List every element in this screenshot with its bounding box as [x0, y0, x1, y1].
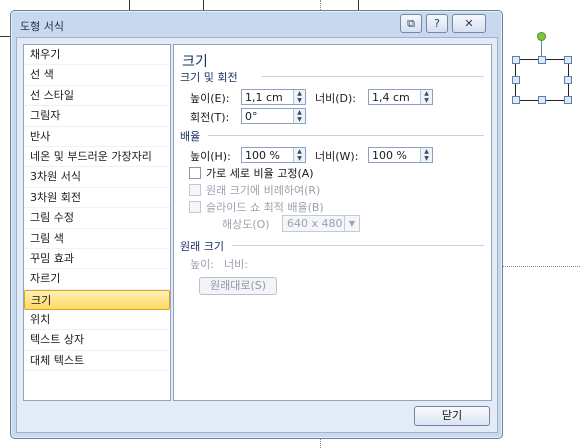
- down-arrow-icon[interactable]: ▼: [294, 97, 305, 104]
- up-arrow-icon[interactable]: ▲: [294, 109, 305, 116]
- down-arrow-icon[interactable]: ▼: [294, 116, 305, 123]
- up-arrow-icon[interactable]: ▲: [421, 148, 432, 155]
- width-spinner[interactable]: 1,4 cm ▲ ▼: [368, 89, 433, 105]
- original-height-label: 높이:: [190, 258, 214, 271]
- section-divider: [232, 245, 484, 246]
- resize-handle[interactable]: [538, 56, 546, 64]
- spinner-arrows[interactable]: ▲ ▼: [420, 148, 432, 162]
- rotation-spinner[interactable]: 0° ▲ ▼: [241, 108, 306, 124]
- lock-aspect-checkbox[interactable]: [189, 167, 201, 179]
- rotation-handle[interactable]: [537, 32, 546, 41]
- height-value: 1,1 cm: [245, 91, 283, 104]
- resize-handle[interactable]: [564, 76, 572, 84]
- category-item[interactable]: 그림 수정: [24, 208, 170, 229]
- category-item[interactable]: 위치: [24, 310, 170, 331]
- category-item[interactable]: 그림 색: [24, 229, 170, 249]
- original-size-heading: 원래 크기: [180, 240, 224, 253]
- width-value: 1,4 cm: [372, 91, 410, 104]
- original-width-label: 너비:: [224, 258, 248, 271]
- down-arrow-icon[interactable]: ▼: [421, 97, 432, 104]
- resize-handle[interactable]: [512, 56, 520, 64]
- scale-width-label: 너비(W):: [315, 150, 359, 163]
- title-bar[interactable]: 도형 서식 ⧉ ? ✕: [11, 11, 502, 37]
- slideshow-best-checkbox[interactable]: [189, 201, 201, 213]
- height-spinner[interactable]: 1,1 cm ▲ ▼: [241, 89, 306, 105]
- width-label: 너비(D):: [315, 92, 356, 105]
- category-item[interactable]: 3차원 서식: [24, 167, 170, 188]
- category-item[interactable]: 반사: [24, 127, 170, 147]
- help-button[interactable]: ?: [426, 14, 448, 33]
- panel-title: 크기: [182, 54, 208, 70]
- category-item[interactable]: 크기: [24, 289, 170, 311]
- category-item[interactable]: 네온 및 부드러운 가장자리: [24, 147, 170, 168]
- restore-button[interactable]: ⧉: [400, 14, 422, 33]
- section-divider: [208, 135, 484, 136]
- reset-button[interactable]: 원래대로(S): [199, 277, 277, 295]
- rotation-label: 회전(T):: [190, 111, 230, 124]
- spinner-arrows[interactable]: ▲ ▼: [293, 148, 305, 162]
- scale-height-spinner[interactable]: 100 % ▲ ▼: [241, 147, 306, 163]
- spinner-arrows[interactable]: ▲ ▼: [293, 109, 305, 123]
- size-rotate-heading: 크기 및 회전: [180, 71, 238, 84]
- slideshow-best-label: 슬라이드 쇼 최적 배율(B): [206, 201, 324, 214]
- up-arrow-icon[interactable]: ▲: [294, 90, 305, 97]
- close-window-button[interactable]: ✕: [452, 14, 486, 33]
- up-arrow-icon[interactable]: ▲: [421, 90, 432, 97]
- chevron-down-icon[interactable]: ▼: [344, 216, 359, 231]
- size-panel: 크기 크기 및 회전 높이(E): 1,1 cm ▲ ▼ 너비(D): 1,4 c…: [173, 44, 492, 401]
- format-shape-dialog: 도형 서식 ⧉ ? ✕ 채우기 선 색선 스타일 그림자 반사 네온 및 부드러운 가장…: [10, 10, 503, 439]
- category-item[interactable]: 3차원 회전: [24, 188, 170, 209]
- resize-handle[interactable]: [564, 96, 572, 104]
- resize-handle[interactable]: [538, 96, 546, 104]
- lock-aspect-label[interactable]: 가로 세로 비율 고정(A): [206, 165, 314, 181]
- relative-original-checkbox[interactable]: [189, 184, 201, 196]
- category-item[interactable]: 그림자: [24, 106, 170, 127]
- rotation-value: 0°: [245, 110, 258, 123]
- scale-height-value: 100 %: [245, 149, 280, 162]
- scale-height-label: 높이(H):: [190, 150, 231, 163]
- close-icon: ✕: [464, 17, 474, 30]
- category-item[interactable]: 꾸밈 효과: [24, 249, 170, 270]
- relative-original-label: 원래 크기에 비례하여(R): [206, 184, 321, 197]
- help-icon: ?: [434, 17, 440, 30]
- resize-handle[interactable]: [512, 76, 520, 84]
- category-item[interactable]: 대체 텍스트: [24, 351, 170, 372]
- connector-line: [0, 36, 10, 37]
- category-item[interactable]: 채우기: [24, 45, 170, 66]
- restore-icon: ⧉: [407, 16, 415, 30]
- down-arrow-icon[interactable]: ▼: [294, 155, 305, 162]
- category-item[interactable]: 텍스트 상자: [24, 330, 170, 351]
- spinner-arrows[interactable]: ▲ ▼: [293, 90, 305, 104]
- guide-line: [500, 266, 580, 267]
- dialog-body: 채우기 선 색선 스타일 그림자 반사 네온 및 부드러운 가장자리 3차원 서식 3차원 …: [16, 37, 498, 433]
- resize-handle[interactable]: [512, 96, 520, 104]
- category-item[interactable]: 선 색: [24, 65, 170, 86]
- scale-width-spinner[interactable]: 100 % ▲ ▼: [368, 147, 433, 163]
- section-divider: [262, 76, 484, 77]
- category-item[interactable]: 선 스타일: [24, 86, 170, 107]
- scale-width-value: 100 %: [372, 149, 407, 162]
- resolution-label: 해상도(O): [222, 218, 270, 231]
- category-list: 채우기 선 색선 스타일 그림자 반사 네온 및 부드러운 가장자리 3차원 서식 3차원 …: [23, 44, 171, 401]
- resize-handle[interactable]: [564, 56, 572, 64]
- resolution-dropdown[interactable]: 640 x 480 ▼: [282, 215, 360, 232]
- height-label: 높이(E):: [190, 92, 230, 105]
- down-arrow-icon[interactable]: ▼: [421, 155, 432, 162]
- dialog-title: 도형 서식: [20, 20, 64, 33]
- close-button[interactable]: 닫기: [414, 406, 490, 426]
- scale-heading: 배율: [180, 130, 201, 143]
- resolution-value: 640 x 480: [287, 217, 343, 230]
- up-arrow-icon[interactable]: ▲: [294, 148, 305, 155]
- category-item[interactable]: 자르기: [24, 269, 170, 290]
- selected-shape[interactable]: [515, 59, 569, 101]
- spinner-arrows[interactable]: ▲ ▼: [420, 90, 432, 104]
